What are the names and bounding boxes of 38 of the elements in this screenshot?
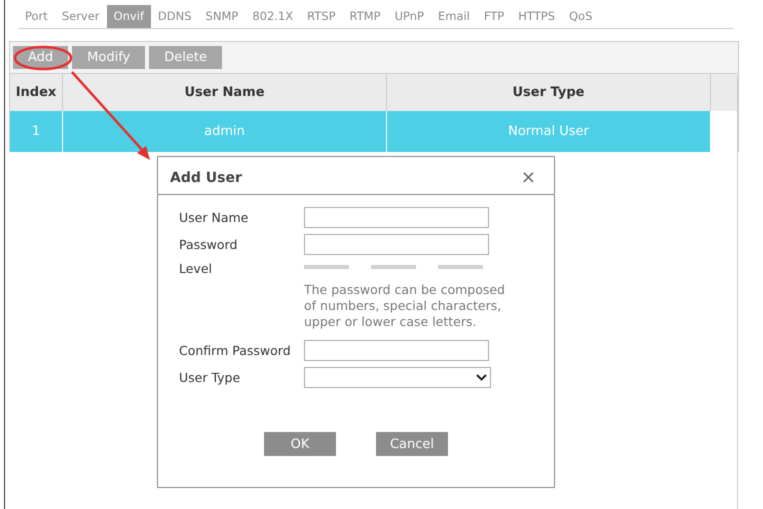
toolbar-button[interactable]: Modify: [72, 46, 146, 69]
settings-tab[interactable]: Server: [54, 5, 107, 28]
toolbar-button[interactable]: Delete: [149, 46, 222, 69]
column-header: Index: [10, 74, 63, 111]
field-label: User Name: [179, 210, 250, 225]
table-cell: Normal User: [387, 111, 711, 152]
close-button[interactable]: ×: [520, 167, 536, 188]
dropdown-field[interactable]: [304, 367, 491, 388]
dialog-button[interactable]: Cancel: [376, 432, 448, 456]
column-header: User Name: [63, 74, 387, 111]
column-header: User Type: [387, 74, 711, 111]
settings-tab[interactable]: Port: [18, 5, 55, 28]
settings-tab[interactable]: DDNS: [150, 5, 199, 28]
input-field[interactable]: [304, 207, 489, 228]
field-label: Password: [179, 237, 238, 252]
input-field[interactable]: [304, 234, 489, 255]
settings-tab[interactable]: RTSP: [300, 5, 343, 28]
hint-text: The password can be composed of numbers, special characters, upper or lower case letters.: [304, 282, 506, 330]
table-row[interactable]: 1 admin Normal User: [10, 111, 738, 152]
field-label: User Type: [179, 370, 242, 385]
settings-tab[interactable]: UPnP: [388, 5, 431, 28]
settings-tab[interactable]: 802.1X: [245, 5, 300, 28]
settings-tab[interactable]: QoS: [562, 5, 600, 28]
chevron-down-icon: [476, 374, 487, 381]
table-cell: admin: [63, 111, 387, 152]
settings-tab[interactable]: SNMP: [198, 5, 246, 28]
field-label: Confirm Password: [179, 343, 292, 358]
settings-tab[interactable]: Email: [430, 5, 477, 28]
settings-tab[interactable]: FTP: [476, 5, 512, 28]
settings-tab[interactable]: Onvif: [106, 5, 151, 28]
table-cell: 1: [10, 111, 63, 152]
highlight-ellipse: [14, 46, 72, 70]
field-label: Level: [179, 261, 213, 276]
input-field[interactable]: [304, 340, 489, 361]
settings-tab[interactable]: RTMP: [342, 5, 388, 28]
settings-tab[interactable]: HTTPS: [511, 5, 562, 28]
dialog-button[interactable]: OK: [264, 432, 336, 456]
dialog-title: Add User: [170, 170, 242, 186]
